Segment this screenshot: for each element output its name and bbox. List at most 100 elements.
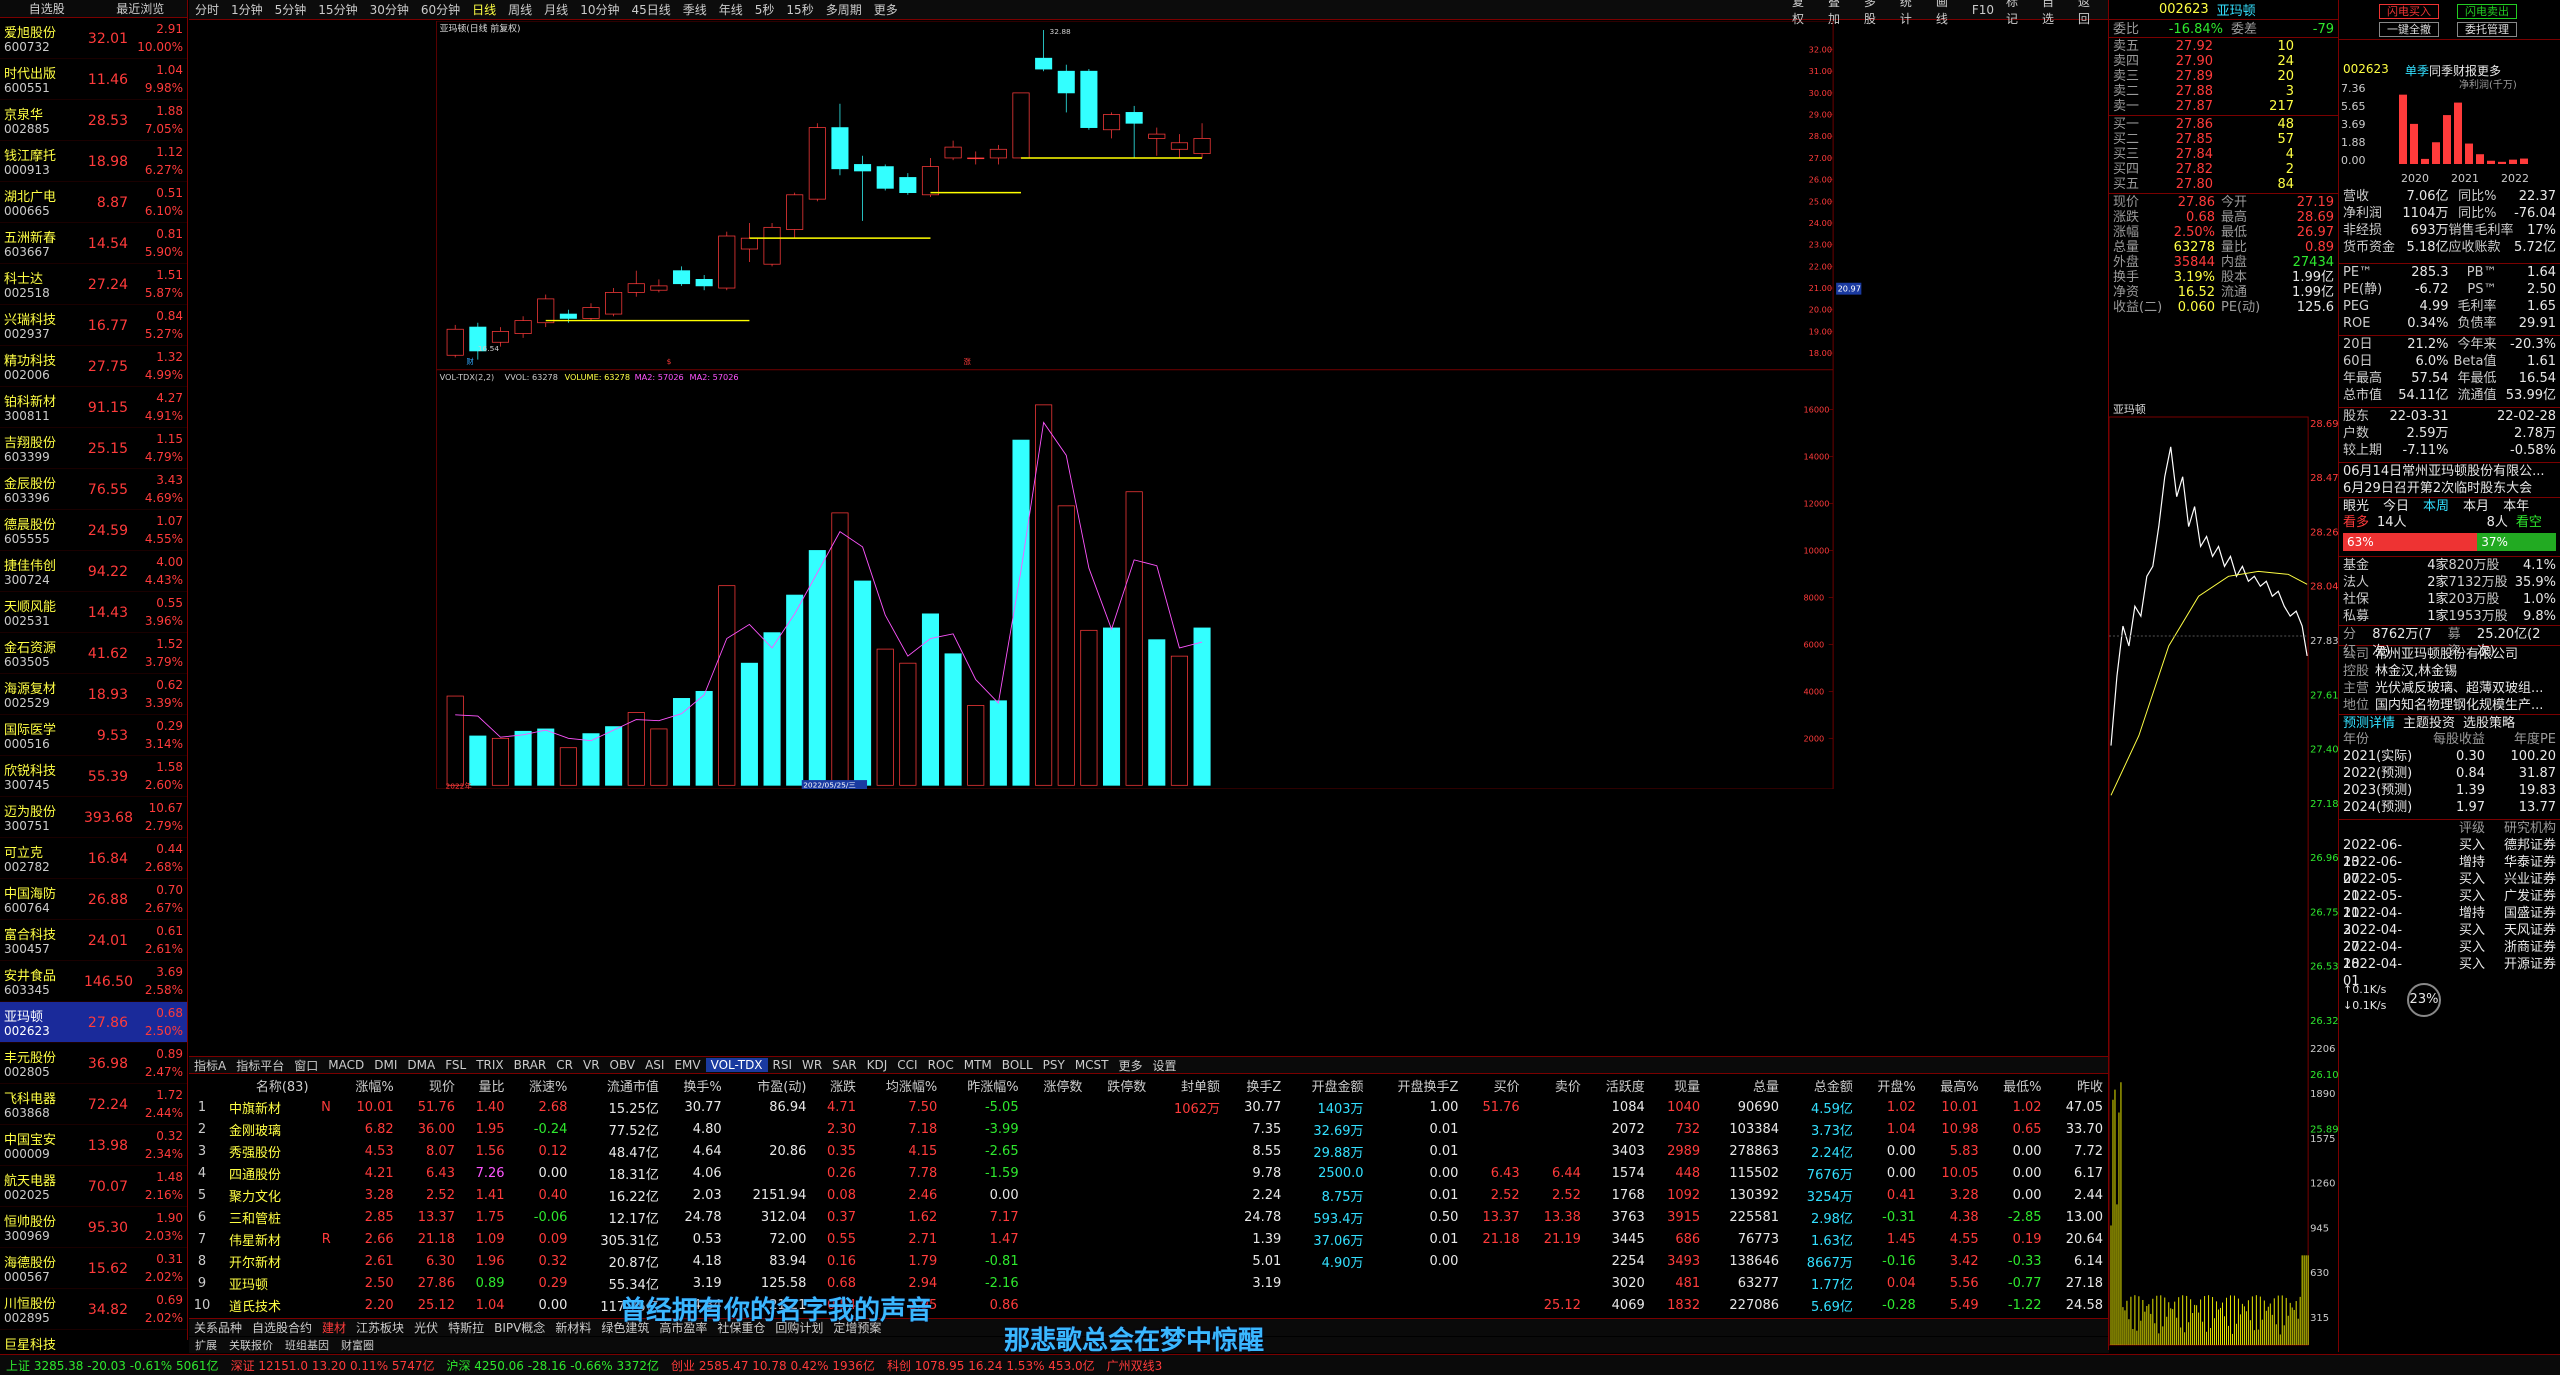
- period-tab[interactable]: 多周期: [820, 1, 868, 18]
- sentiment-tab[interactable]: 今日: [2383, 498, 2409, 514]
- sector-tab[interactable]: BIPV概念: [489, 1319, 550, 1336]
- sentiment-tab[interactable]: 本周: [2423, 498, 2449, 514]
- watchlist-item[interactable]: 可立克 002782 16.84 0.44 2.68%: [0, 838, 187, 879]
- table-row[interactable]: 3 秀强股份 4.53 8.07 1.56 0.12 48.47亿 4.64 20.86 0.35…: [189, 1140, 2109, 1162]
- column-header[interactable]: 昨涨幅%: [943, 1075, 1024, 1096]
- watchlist-item[interactable]: 欣锐科技 300745 55.39 1.58 2.60%: [0, 756, 187, 797]
- indicator-tab[interactable]: KDJ: [862, 1058, 893, 1072]
- period-tab[interactable]: 日线: [466, 1, 502, 18]
- indicator-tab[interactable]: VOL-TDX: [705, 1058, 768, 1072]
- indicator-tab[interactable]: FSL: [440, 1058, 471, 1072]
- watchlist-item[interactable]: 精功科技 002006 27.75 1.32 4.99%: [0, 346, 187, 387]
- period-tab[interactable]: 1分钟: [225, 1, 269, 18]
- tab-watchlist[interactable]: 自选股: [0, 0, 94, 17]
- watchlist-item[interactable]: 飞科电器 603868 72.24 1.72 2.44%: [0, 1084, 187, 1125]
- bid-level[interactable]: 买四 27.82 2: [2113, 162, 2334, 177]
- watchlist-item[interactable]: 国际医学 000516 9.53 0.29 3.14%: [0, 715, 187, 756]
- indicator-tab[interactable]: CCI: [892, 1058, 922, 1072]
- order-manage-button[interactable]: 委托管理: [2457, 22, 2517, 37]
- indicator-tab[interactable]: 指标平台: [231, 1057, 289, 1074]
- period-tab[interactable]: 10分钟: [574, 1, 625, 18]
- watchlist-item[interactable]: 中国海防 600764 26.88 0.70 2.67%: [0, 879, 187, 920]
- watchlist-item[interactable]: 恒帅股份 300969 95.30 1.90 2.03%: [0, 1207, 187, 1248]
- table-row[interactable]: 10 道氏技术 2.20 25.12 1.04 0.00 117.75亿 4.84 21.21 0…: [189, 1294, 2109, 1316]
- column-header[interactable]: 开盘换手Z: [1370, 1075, 1465, 1096]
- period-tab[interactable]: 30分钟: [364, 1, 415, 18]
- indicator-tab[interactable]: MCST: [1070, 1058, 1114, 1072]
- extension-tab[interactable]: 关联报价: [223, 1337, 279, 1353]
- column-header[interactable]: 涨停数: [1025, 1075, 1089, 1096]
- flash-sell-button[interactable]: 闪电卖出: [2457, 4, 2517, 19]
- column-header[interactable]: 开盘%: [1859, 1075, 1922, 1096]
- column-header[interactable]: 总量: [1706, 1075, 1785, 1096]
- indicator-tab[interactable]: PSY: [1038, 1058, 1070, 1072]
- indicator-tab[interactable]: DMI: [369, 1058, 402, 1072]
- column-header[interactable]: 最低%: [1985, 1075, 2048, 1096]
- indicator-tab[interactable]: DMA: [402, 1058, 440, 1072]
- fin-tab[interactable]: 同季: [2429, 64, 2453, 78]
- table-row[interactable]: 9 亚玛顿 2.50 27.86 0.89 0.29 55.34亿 3.19 125.58 0.6…: [189, 1272, 2109, 1294]
- period-tab[interactable]: 45日线: [625, 1, 676, 18]
- column-header[interactable]: 最高%: [1922, 1075, 1985, 1096]
- column-header[interactable]: 流通市值: [573, 1075, 664, 1096]
- sentiment-tab[interactable]: 本月: [2463, 498, 2489, 514]
- column-header[interactable]: 跌停数: [1088, 1075, 1152, 1096]
- watchlist-item[interactable]: 亚玛顿 002623 27.86 0.68 2.50%: [0, 1002, 187, 1043]
- watchlist-item[interactable]: 京泉华 002885 28.53 1.88 7.05%: [0, 100, 187, 141]
- period-tab[interactable]: 5分钟: [269, 1, 313, 18]
- sentiment-tab[interactable]: 本年: [2503, 498, 2529, 514]
- indicator-tab[interactable]: 更多: [1114, 1057, 1148, 1074]
- indicator-tab[interactable]: 设置: [1148, 1057, 1182, 1074]
- indicator-tab[interactable]: WR: [797, 1058, 827, 1072]
- column-header[interactable]: 现量: [1651, 1075, 1706, 1096]
- intraday-mini-chart[interactable]: 亚玛顿 28.69 28.47 28.26 28.04 27.83 27.61 27.40 2…: [2108, 400, 2338, 1350]
- column-header[interactable]: 量比: [461, 1075, 511, 1096]
- sector-quote-table[interactable]: 名称(83) 涨幅% 现价 量比 涨速% 流通市值 换手% 市盈(动) 涨跌 均涨幅% 昨涨幅% 涨停…: [189, 1075, 2109, 1315]
- column-header[interactable]: 买价: [1464, 1075, 1525, 1096]
- watchlist-item[interactable]: 德晨股份 605555 24.59 1.07 4.55%: [0, 510, 187, 551]
- period-tab[interactable]: 周线: [502, 1, 538, 18]
- table-row[interactable]: 1 中旗新材 N 10.01 51.76 1.40 2.68 15.25亿 30.77 86.94…: [189, 1096, 2109, 1118]
- indicator-tab[interactable]: VR: [578, 1058, 605, 1072]
- period-tab[interactable]: 季线: [677, 1, 713, 18]
- table-row[interactable]: 5 聚力文化 3.28 2.52 1.41 0.40 16.22亿 2.03 2151.94 0.…: [189, 1184, 2109, 1206]
- extension-tab[interactable]: 财富圈: [335, 1337, 380, 1353]
- watchlist-item[interactable]: 金石资源 603505 41.62 1.52 3.79%: [0, 633, 187, 674]
- watchlist-item[interactable]: 海源复材 002529 18.93 0.62 3.39%: [0, 674, 187, 715]
- column-header[interactable]: 市盈(动): [728, 1075, 813, 1096]
- indicator-tab[interactable]: 指标A: [189, 1057, 231, 1074]
- bid-level[interactable]: 买二 27.85 57: [2113, 132, 2334, 147]
- watchlist-item[interactable]: 爱旭股份 600732 32.01 2.91 10.00%: [0, 18, 187, 59]
- ask-level[interactable]: 卖一 27.87 217: [2113, 99, 2334, 114]
- watchlist-item[interactable]: 捷佳伟创 300724 94.22 4.00 4.43%: [0, 551, 187, 592]
- indicator-tab[interactable]: CR: [551, 1058, 578, 1072]
- extension-tab[interactable]: 扩展: [189, 1337, 223, 1353]
- indicator-tab[interactable]: TRIX: [471, 1058, 508, 1072]
- sector-tab[interactable]: 江苏板块: [351, 1319, 409, 1336]
- indicator-tab[interactable]: BOLL: [997, 1058, 1038, 1072]
- watchlist-item[interactable]: 五洲新春 603667 14.54 0.81 5.90%: [0, 223, 187, 264]
- column-header[interactable]: 开盘金额: [1287, 1075, 1369, 1096]
- column-header[interactable]: 封单额: [1152, 1075, 1226, 1096]
- table-row[interactable]: 8 开尔新材 2.61 6.30 1.96 0.32 20.87亿 4.18 83.94 0.16…: [189, 1250, 2109, 1272]
- watchlist-item[interactable]: 天顺风能 002531 14.43 0.55 3.96%: [0, 592, 187, 633]
- sector-tab[interactable]: 自选股合约: [247, 1319, 317, 1336]
- extension-tab[interactable]: 班组基因: [279, 1337, 335, 1353]
- tab-recent[interactable]: 最近浏览: [94, 0, 188, 17]
- period-tab[interactable]: 月线: [538, 1, 574, 18]
- watchlist-item[interactable]: 科士达 002518 27.24 1.51 5.87%: [0, 264, 187, 305]
- watchlist-item[interactable]: 钱江摩托 000913 18.98 1.12 6.27%: [0, 141, 187, 182]
- forecast-tab[interactable]: 选股策略: [2463, 715, 2515, 731]
- news-item[interactable]: 06月14日常州亚玛顿股份有限公...: [2339, 463, 2560, 480]
- bid-level[interactable]: 买三 27.84 4: [2113, 147, 2334, 162]
- watchlist-item[interactable]: 航天电器 002025 70.07 1.48 2.16%: [0, 1166, 187, 1207]
- period-tab[interactable]: 15秒: [780, 1, 819, 18]
- watchlist-item[interactable]: 安井食品 603345 146.50 3.69 2.58%: [0, 961, 187, 1002]
- column-header[interactable]: 卖价: [1526, 1075, 1587, 1096]
- watchlist-item[interactable]: 兴瑞科技 002937 16.77 0.84 5.27%: [0, 305, 187, 346]
- column-header[interactable]: 换手%: [665, 1075, 728, 1096]
- period-tab[interactable]: 5秒: [749, 1, 781, 18]
- column-header[interactable]: 名称(83): [221, 1075, 315, 1096]
- period-tab[interactable]: 60分钟: [415, 1, 466, 18]
- table-row[interactable]: 4 四通股份 4.21 6.43 7.26 0.00 18.31亿 4.06 0.26 7.78 -…: [189, 1162, 2109, 1184]
